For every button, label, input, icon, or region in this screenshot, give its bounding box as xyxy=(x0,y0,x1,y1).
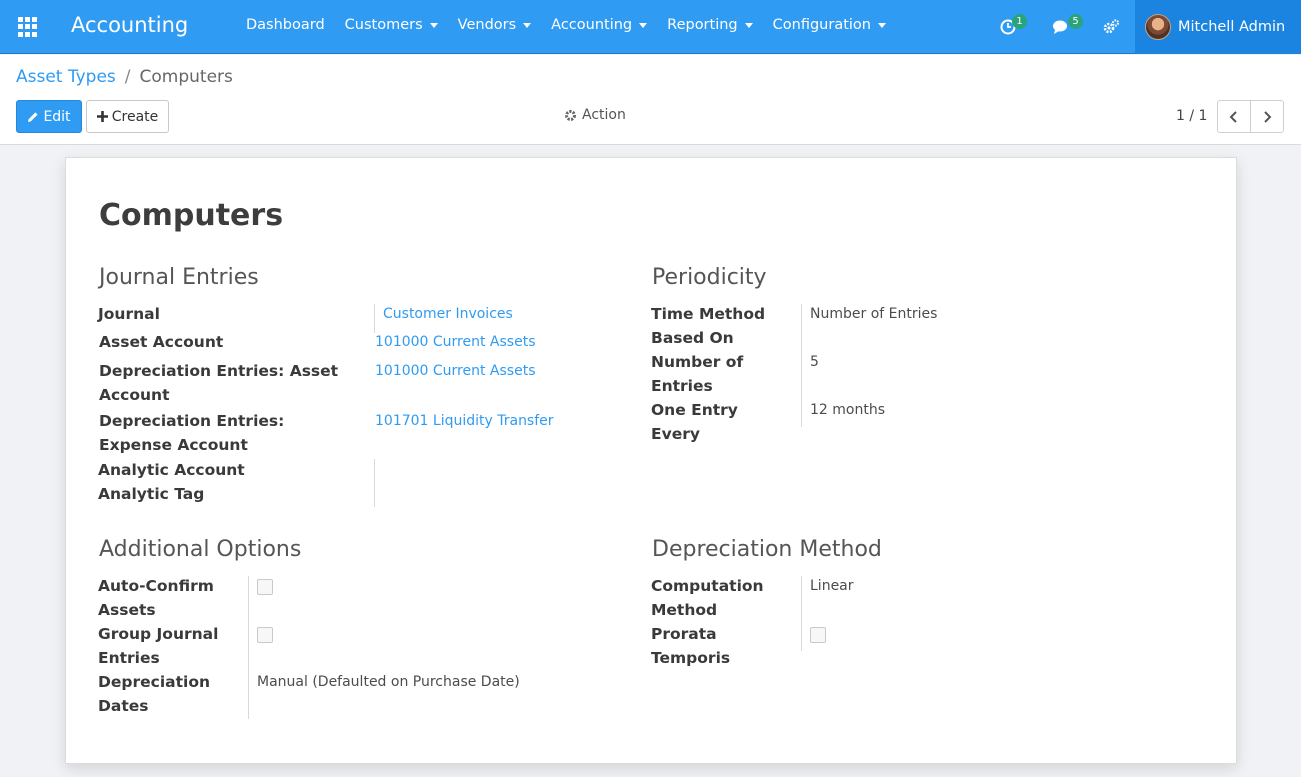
control-panel: Asset Types / Computers Edit Create Acti… xyxy=(0,55,1301,145)
menu-configuration-label: Configuration xyxy=(772,17,871,33)
number-of-entries-label: Number of Entries xyxy=(651,353,744,395)
action-dropdown[interactable]: Action xyxy=(564,107,626,123)
caret-down-icon xyxy=(429,22,438,28)
field-divider xyxy=(374,459,375,507)
chevron-right-icon xyxy=(1264,110,1272,123)
menu-customers-label: Customers xyxy=(344,17,423,33)
group-journal-entries-label: Group Journal Entries xyxy=(98,625,219,667)
menu-reporting-label: Reporting xyxy=(667,17,738,33)
caret-down-icon xyxy=(877,22,886,28)
depreciation-dates-value[interactable]: Manual (Defaulted on Purchase Date) xyxy=(257,670,520,694)
time-method-value[interactable]: Number of Entries xyxy=(810,302,937,326)
activity-button[interactable]: 1 xyxy=(1000,14,1027,38)
create-button-label: Create xyxy=(111,108,159,125)
menu-vendors[interactable]: Vendors xyxy=(458,17,532,33)
analytic-tag-label: Analytic Tag xyxy=(98,485,205,503)
app-name[interactable]: Accounting xyxy=(71,13,188,37)
activity-count-badge: 1 xyxy=(1012,14,1027,29)
messages-button[interactable]: 5 xyxy=(1052,14,1083,38)
debug-settings-button[interactable] xyxy=(1102,16,1120,38)
menu-configuration[interactable]: Configuration xyxy=(773,17,886,33)
form-sheet: Computers Journal Entries Journal Custom… xyxy=(65,157,1237,764)
depreciation-asset-account-value[interactable]: 101000 Current Assets xyxy=(375,359,536,383)
one-entry-every-value[interactable]: 12 months xyxy=(810,398,885,422)
edit-button[interactable]: Edit xyxy=(16,100,82,133)
depreciation-asset-account-label: Depreciation Entries: Asset Account xyxy=(99,362,339,404)
analytic-account-label: Analytic Account xyxy=(98,461,245,479)
message-count-badge: 5 xyxy=(1068,14,1083,29)
top-navbar: Accounting Dashboard Customers Vendors A… xyxy=(0,0,1301,54)
caret-down-icon xyxy=(744,22,753,28)
field-divider xyxy=(248,576,249,719)
prorata-temporis-label: Prorata Temporis xyxy=(651,625,731,667)
caret-down-icon xyxy=(639,22,648,28)
record-title: Computers xyxy=(99,198,284,233)
journal-label: Journal xyxy=(98,305,160,323)
computation-method-label: Computation Method xyxy=(651,577,764,619)
auto-confirm-checkbox[interactable] xyxy=(257,579,273,595)
main-menu: Dashboard Customers Vendors Accounting R… xyxy=(246,17,906,33)
edit-button-label: Edit xyxy=(43,108,71,125)
journal-entries-title: Journal Entries xyxy=(99,265,259,290)
pager-previous-button[interactable] xyxy=(1217,100,1251,133)
pencil-icon xyxy=(28,111,39,122)
plus-icon xyxy=(96,111,108,122)
chevron-left-icon xyxy=(1229,110,1237,123)
journal-value[interactable]: Customer Invoices xyxy=(383,302,513,326)
apps-menu-icon[interactable] xyxy=(18,17,38,37)
field-divider xyxy=(374,304,375,333)
menu-vendors-label: Vendors xyxy=(457,17,517,33)
time-method-label: Time Method Based On xyxy=(651,305,766,347)
asset-account-value[interactable]: 101000 Current Assets xyxy=(375,330,536,354)
field-divider xyxy=(801,576,802,651)
avatar xyxy=(1145,14,1171,40)
depreciation-expense-account-label: Depreciation Entries: Expense Account xyxy=(99,412,285,454)
menu-customers[interactable]: Customers xyxy=(345,17,438,33)
user-menu[interactable]: Mitchell Admin xyxy=(1135,0,1301,54)
user-name: Mitchell Admin xyxy=(1178,19,1286,35)
pager-next-button[interactable] xyxy=(1250,100,1284,133)
gears-icon xyxy=(1103,19,1120,34)
menu-accounting[interactable]: Accounting xyxy=(551,17,648,33)
periodicity-title: Periodicity xyxy=(652,265,767,290)
breadcrumb-current: Computers xyxy=(139,67,233,87)
breadcrumb-asset-types[interactable]: Asset Types xyxy=(16,67,116,87)
additional-options-title: Additional Options xyxy=(99,537,302,562)
one-entry-every-label: One Entry Every xyxy=(651,401,738,443)
depreciation-method-title: Depreciation Method xyxy=(652,537,882,562)
pager-value[interactable]: 1 / 1 xyxy=(1176,108,1207,124)
group-journal-entries-checkbox[interactable] xyxy=(257,627,273,643)
depreciation-expense-account-value[interactable]: 101701 Liquidity Transfer xyxy=(375,409,554,433)
menu-dashboard-label: Dashboard xyxy=(246,17,325,33)
auto-confirm-label: Auto-Confirm Assets xyxy=(98,577,214,619)
menu-reporting[interactable]: Reporting xyxy=(667,17,753,33)
breadcrumb: Asset Types / Computers xyxy=(16,67,233,87)
caret-down-icon xyxy=(523,22,532,28)
breadcrumb-separator: / xyxy=(124,67,131,87)
menu-accounting-label: Accounting xyxy=(551,17,633,33)
depreciation-dates-label: Depreciation Dates xyxy=(98,673,210,715)
computation-method-value[interactable]: Linear xyxy=(810,574,854,598)
asset-account-label: Asset Account xyxy=(99,333,224,351)
action-label: Action xyxy=(582,107,626,123)
gear-icon xyxy=(565,109,576,121)
number-of-entries-value[interactable]: 5 xyxy=(810,350,819,374)
prorata-temporis-checkbox[interactable] xyxy=(810,627,826,643)
create-button[interactable]: Create xyxy=(86,100,169,133)
menu-dashboard[interactable]: Dashboard xyxy=(246,17,325,33)
field-divider xyxy=(801,304,802,427)
